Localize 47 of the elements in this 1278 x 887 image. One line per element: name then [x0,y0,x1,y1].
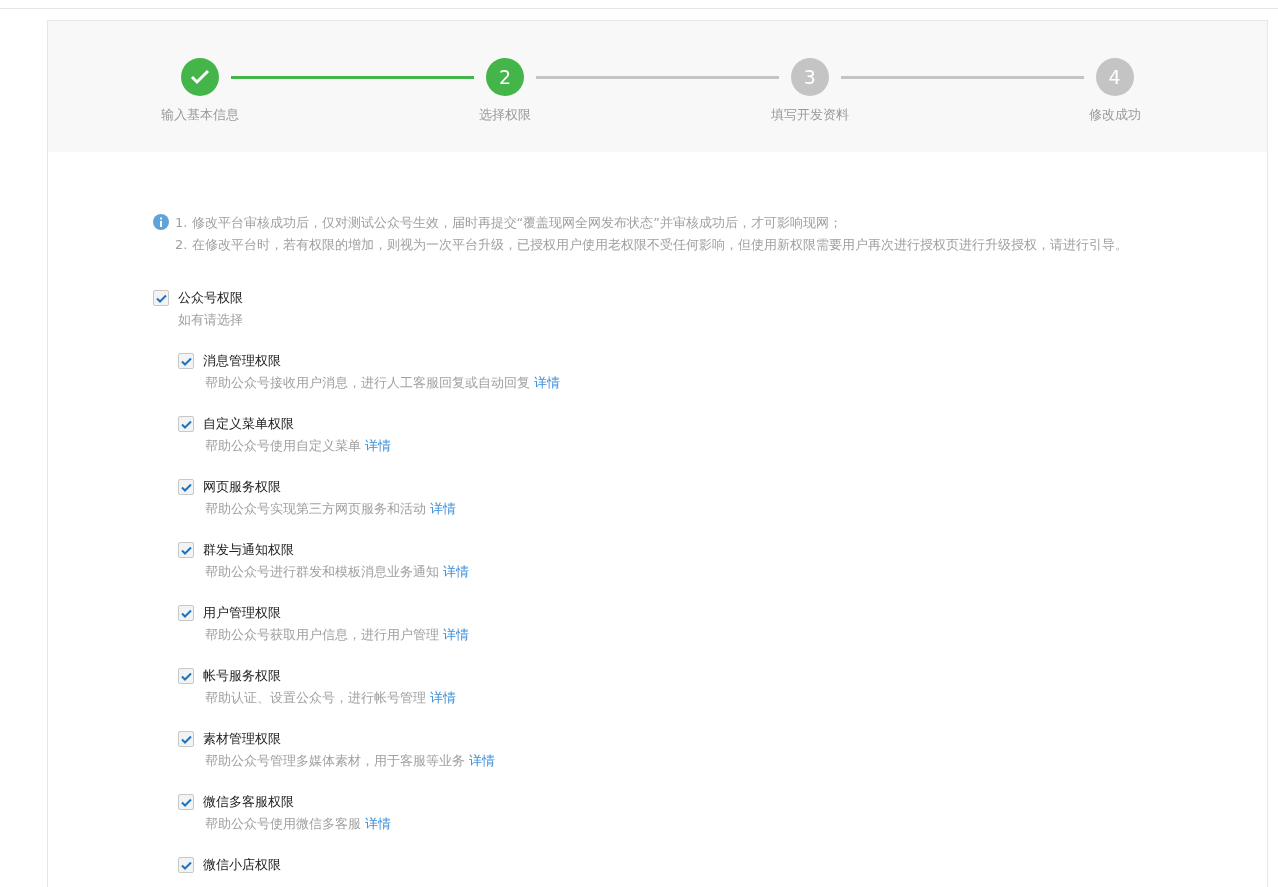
checkbox[interactable] [178,479,194,495]
details-link[interactable]: 详情 [443,563,469,581]
checkbox[interactable] [178,542,194,558]
step-number: 4 [1108,66,1121,88]
step-number: 2 [499,66,512,88]
notice-text: 1. 修改平台审核成功后，仅对测试公众号生效，届时再提交“覆盖现网全网发布状态”并审核成功后，才可影响现网； [175,214,843,232]
checkbox[interactable] [178,857,194,873]
checkbox-label: 微信小店权限 [203,856,281,874]
checkbox[interactable] [178,416,194,432]
checkbox-label: 帐号服务权限 [203,667,281,685]
checkbox[interactable] [178,668,194,684]
details-link[interactable]: 详情 [534,374,560,392]
step-number: 3 [803,66,816,88]
checkbox[interactable] [178,794,194,810]
permission-description: 帮助公众号管理多媒体素材，用于客服等业务 [205,752,465,770]
details-link[interactable]: 详情 [365,815,391,833]
checkbox-label: 消息管理权限 [203,352,281,370]
permission-description: 帮助认证、设置公众号，进行帐号管理 [205,689,426,707]
checkbox-label: 用户管理权限 [203,604,281,622]
permission-description: 帮助公众号进行群发和模板消息业务通知 [205,563,439,581]
details-link[interactable]: 详情 [430,500,456,518]
details-link[interactable]: 详情 [469,752,495,770]
details-link[interactable]: 详情 [365,437,391,455]
checkbox-label: 公众号权限 [178,289,243,307]
info-icon [153,214,169,230]
permission-description: 帮助公众号使用微信多客服 [205,815,361,833]
permission-description: 帮助公众号使用自定义菜单 [205,437,361,455]
permission-description: 帮助公众号获取用户信息，进行用户管理 [205,626,439,644]
details-link[interactable]: 详情 [430,689,456,707]
checkbox-label: 素材管理权限 [203,730,281,748]
details-link[interactable]: 详情 [443,626,469,644]
checkbox[interactable] [178,731,194,747]
checkbox-label: 群发与通知权限 [203,541,294,559]
checkbox[interactable] [153,290,169,306]
permission-description: 帮助公众号实现第三方网页服务和活动 [205,500,426,518]
checkbox-label: 自定义菜单权限 [203,415,294,433]
checkbox-label: 网页服务权限 [203,478,281,496]
hint-text: 如有请选择 [178,311,244,329]
step-label: 输入基本信息 [161,106,240,124]
step-label: 填写开发资料 [770,106,849,124]
checkbox[interactable] [178,605,194,621]
check-icon [190,69,211,85]
checkbox-label: 微信多客服权限 [203,793,294,811]
step-label: 修改成功 [1088,106,1141,124]
checkbox[interactable] [178,353,194,369]
step-label: 选择权限 [479,106,532,124]
permission-description: 帮助公众号接收用户消息，进行人工客服回复或自动回复 [205,374,530,392]
